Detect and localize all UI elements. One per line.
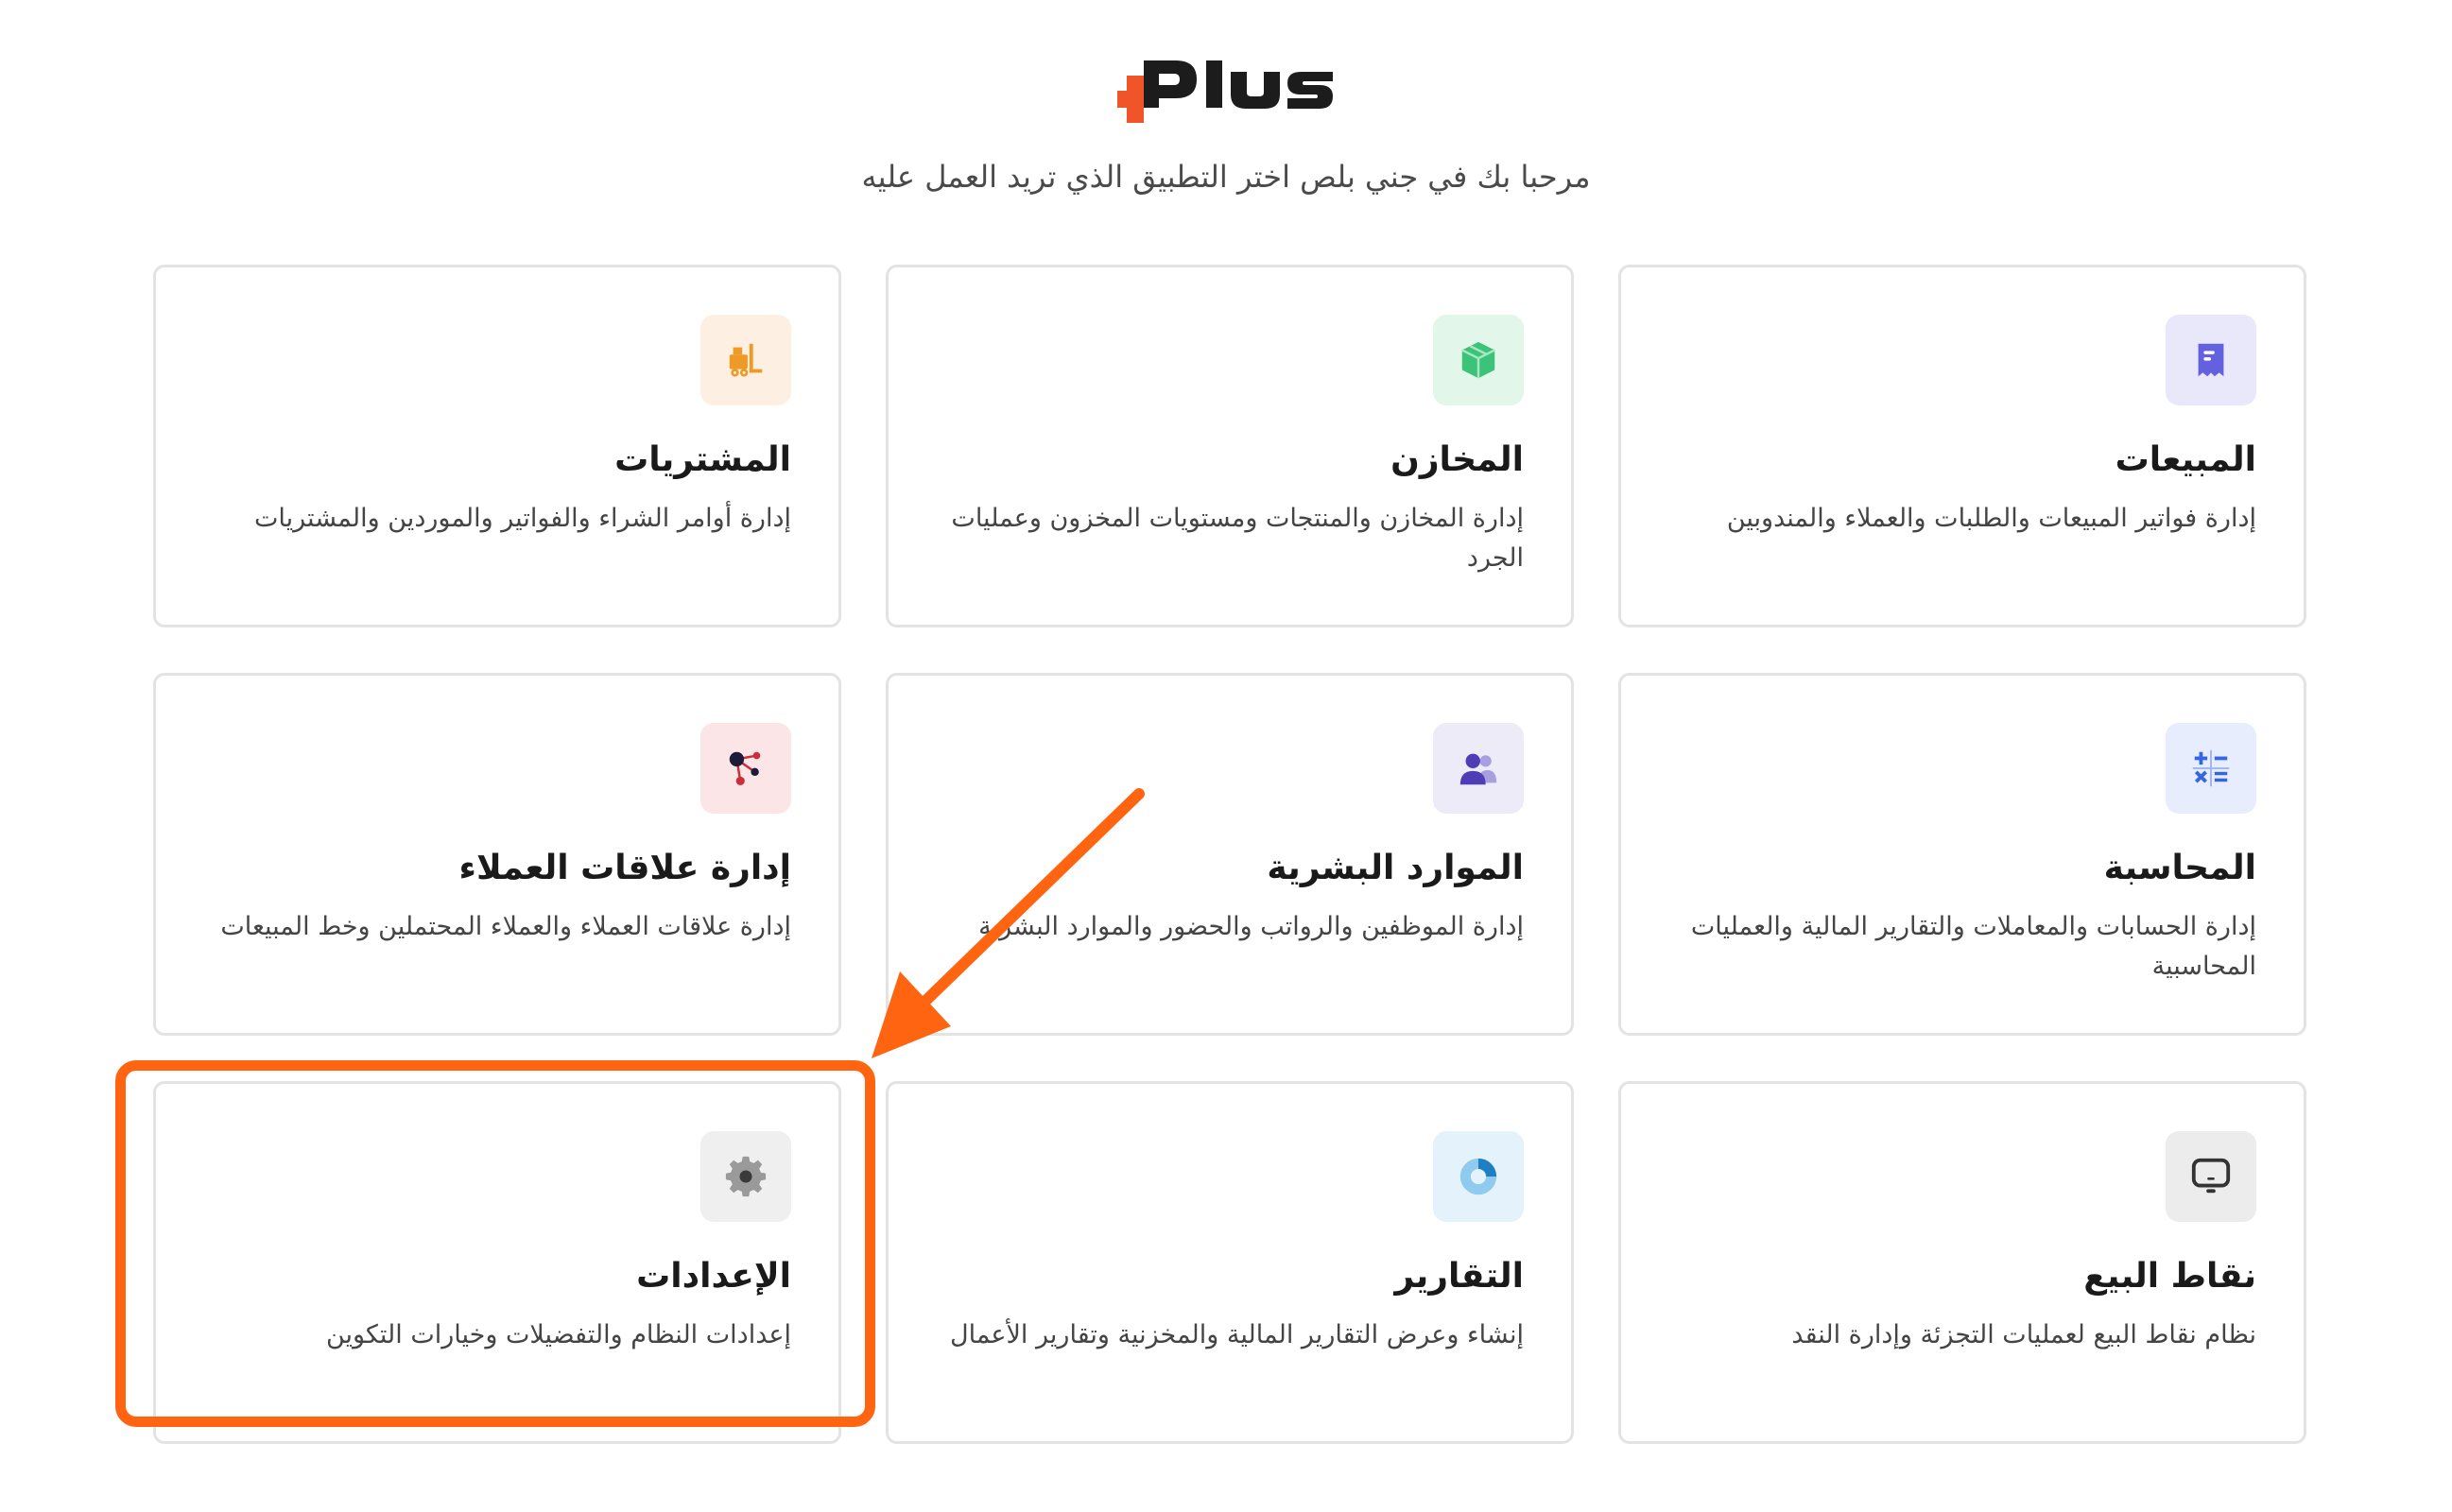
monitor-icon — [2191, 1158, 2231, 1194]
crm-icon-box — [700, 723, 791, 814]
accounting-icon-box — [2166, 723, 2256, 814]
forklift-icon — [729, 343, 763, 377]
app-card-sales[interactable]: المبيعات إدارة فواتير المبيعات والطلبات … — [1618, 265, 2306, 627]
app-description: إدارة فواتير المبيعات والطلبات والعملاء … — [1726, 504, 2256, 534]
calculator-icon — [2192, 749, 2230, 787]
app-card-warehouses[interactable]: المخازن إدارة المخازن والمنتجات ومستويات… — [886, 265, 1574, 627]
app-title: المحاسبة — [2103, 849, 2256, 887]
app-title: المشتريات — [614, 440, 791, 479]
receipt-icon — [2198, 343, 2224, 377]
hr-icon-box — [1433, 723, 1524, 814]
app-description: إدارة أوامر الشراء والفواتير والموردين و… — [254, 504, 791, 534]
app-title: إدارة علاقات العملاء — [458, 849, 791, 887]
settings-icon-box — [700, 1131, 791, 1222]
warehouses-icon-box — [1433, 315, 1524, 405]
app-card-accounting[interactable]: المحاسبة إدارة الحسابات والمعاملات والتق… — [1618, 673, 2306, 1036]
pie-chart-icon — [1459, 1158, 1497, 1195]
app-title: التقارير — [1394, 1257, 1524, 1296]
app-description: إدارة الحسابات والمعاملات والتقارير الما… — [1690, 912, 2256, 982]
app-card-settings[interactable]: الإعدادات إعدادات النظام والتفضيلات وخيا… — [153, 1081, 841, 1444]
app-card-reports[interactable]: التقارير إنشاء وعرض التقارير المالية وال… — [886, 1081, 1574, 1444]
reports-icon-box — [1433, 1131, 1524, 1222]
app-title: الموارد البشرية — [1267, 849, 1524, 887]
app-description: إنشاء وعرض التقارير المالية والمخزنية وت… — [949, 1320, 1524, 1350]
logo-mark — [1117, 60, 1333, 123]
app-card-pos[interactable]: نقاط البيع نظام نقاط البيع لعمليات التجز… — [1618, 1081, 2306, 1444]
plus-logo[interactable] — [1117, 55, 1335, 127]
app-description: إدارة علاقات العملاء والعملاء المحتملين … — [220, 912, 791, 942]
app-description: إدارة الموظفين والرواتب والحضور والموارد… — [978, 912, 1524, 942]
app-title: الإعدادات — [636, 1257, 791, 1296]
app-card-purchases[interactable]: المشتريات إدارة أوامر الشراء والفواتير و… — [153, 265, 841, 627]
network-icon — [729, 751, 761, 786]
purchases-icon-box — [700, 315, 791, 405]
welcome-subtitle: مرحبا بك في جني بلص اختر التطبيق الذي تر… — [861, 159, 1591, 195]
app-card-hr[interactable]: الموارد البشرية إدارة الموظفين والرواتب … — [886, 673, 1574, 1036]
app-description: إدارة المخازن والمنتجات ومستويات المخزون… — [951, 504, 1524, 574]
sales-icon-box — [2166, 315, 2256, 405]
app-description: نظام نقاط البيع لعمليات التجزئة وإدارة ا… — [1791, 1320, 2256, 1350]
users-icon — [1459, 753, 1497, 785]
app-description: إعدادات النظام والتفضيلات وخيارات التكوي… — [325, 1320, 791, 1350]
app-title: المبيعات — [2115, 440, 2256, 479]
gear-icon — [725, 1156, 767, 1197]
app-card-crm[interactable]: إدارة علاقات العملاء إدارة علاقات العملا… — [153, 673, 841, 1036]
app-title: نقاط البيع — [2083, 1257, 2256, 1296]
apps-grid: المبيعات إدارة فواتير المبيعات والطلبات … — [153, 265, 2306, 1444]
header: مرحبا بك في جني بلص اختر التطبيق الذي تر… — [0, 0, 2452, 227]
box-icon — [1461, 341, 1495, 379]
app-title: المخازن — [1390, 440, 1524, 479]
pos-icon-box — [2166, 1131, 2256, 1222]
